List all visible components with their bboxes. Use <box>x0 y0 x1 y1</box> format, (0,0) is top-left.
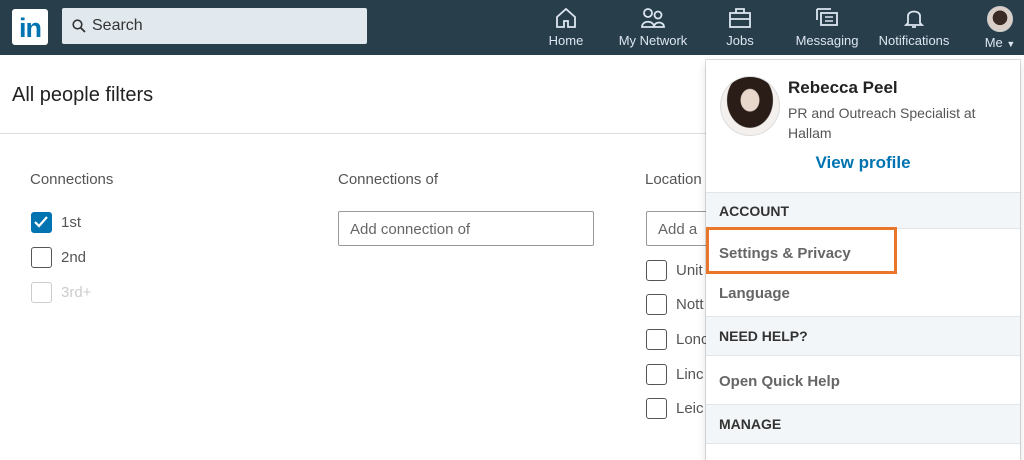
option-label: 1st <box>61 214 82 231</box>
nav-label: My Network <box>618 33 688 48</box>
view-profile-link[interactable]: View profile <box>706 153 1020 173</box>
checkbox-1st[interactable] <box>31 212 52 233</box>
check-icon <box>34 216 48 228</box>
option-label: Linc <box>676 366 704 383</box>
search-input[interactable]: Search <box>62 8 367 44</box>
linkedin-logo[interactable]: in <box>12 9 48 45</box>
chevron-down-icon: ▼ <box>1006 39 1016 49</box>
nav-home[interactable]: Home <box>521 6 611 48</box>
nav-messaging[interactable]: Messaging <box>782 6 872 48</box>
option-label: Unit <box>676 262 703 279</box>
nav-me[interactable]: Me ▼ <box>955 6 1024 50</box>
network-icon <box>641 8 665 28</box>
search-icon <box>72 19 86 33</box>
checkbox-3rd <box>31 282 52 303</box>
briefcase-icon <box>729 8 751 28</box>
messaging-icon <box>816 8 838 26</box>
search-placeholder: Search <box>92 17 143 34</box>
section-need-help: NEED HELP? <box>706 316 1020 356</box>
menu-item-language[interactable]: Language <box>719 285 790 302</box>
bell-icon <box>903 10 925 28</box>
checkbox-location[interactable] <box>646 260 667 281</box>
connections-label: Connections <box>30 171 114 188</box>
top-nav-bar: in Search Home My Network Jobs Messaging… <box>0 0 1024 55</box>
nav-jobs[interactable]: Jobs <box>695 6 785 48</box>
nav-label: Home <box>548 33 584 48</box>
divider <box>0 133 706 134</box>
profile-name: Rebecca Peel <box>788 78 898 97</box>
page-title: All people filters <box>12 84 154 106</box>
highlight-box <box>706 227 897 274</box>
home-icon <box>556 7 576 28</box>
checkbox-2nd[interactable] <box>31 247 52 268</box>
option-label: 3rd+ <box>61 284 92 301</box>
menu-item-open-quick-help[interactable]: Open Quick Help <box>719 373 840 390</box>
option-label: Leic <box>676 400 704 417</box>
nav-label: Me <box>984 35 1003 50</box>
nav-label: Jobs <box>726 33 754 48</box>
connections-of-label: Connections of <box>338 171 439 188</box>
profile-photo <box>720 76 780 136</box>
section-manage: MANAGE <box>706 404 1020 444</box>
nav-label: Notifications <box>878 33 950 48</box>
locations-label: Location <box>645 171 702 188</box>
nav-my-network[interactable]: My Network <box>608 6 698 48</box>
option-label: Nott <box>676 296 704 313</box>
connection-of-input[interactable]: Add connection of <box>338 211 594 246</box>
checkbox-location[interactable] <box>646 294 667 315</box>
option-label: 2nd <box>61 249 87 266</box>
checkbox-location[interactable] <box>646 329 667 350</box>
profile-headline: PR and Outreach Specialist at Hallam <box>788 105 976 141</box>
nav-notifications[interactable]: Notifications <box>869 6 959 48</box>
avatar <box>987 6 1013 32</box>
option-label: Lonc <box>676 331 709 348</box>
checkbox-location[interactable] <box>646 364 667 385</box>
checkbox-location[interactable] <box>646 398 667 419</box>
section-account: ACCOUNT <box>706 192 1020 229</box>
nav-label: Messaging <box>795 33 859 48</box>
